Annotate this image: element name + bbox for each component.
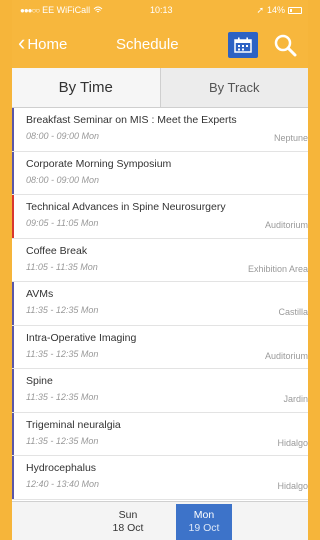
session-time: 11:35 - 12:35 Mon [26,392,99,402]
carrier-label: EE WiFiCall [42,5,91,15]
date-selector: Sun 18 Oct Mon 19 Oct [12,501,308,540]
view-segmented-control: By Time By Track [12,68,308,108]
session-list: Breakfast Seminar on MIS : Meet the Expe… [12,108,308,501]
search-icon [274,34,297,57]
session-time: 08:00 - 09:00 Mon [26,174,100,185]
day-name: Mon [193,509,215,522]
phone-screen: ●●●○○ EE WiFiCall 10:13 ➚ 14% ‹ Home Sch… [12,0,308,540]
tab-by-track[interactable]: By Track [160,68,308,107]
track-color-bar [12,456,14,499]
session-title: Technical Advances in Spine Neurosurgery [26,201,226,213]
session-title: Trigeminal neuralgia [26,418,121,431]
session-title: Intra-Operative Imaging [26,331,137,344]
session-location: Jardin [283,394,308,404]
session-row[interactable]: Breakfast Seminar on MIS : Meet the Expe… [12,108,308,152]
session-time: 08:00 - 09:00 Mon [26,131,100,141]
session-row[interactable]: Intra-Operative Imaging 11:35 - 12:35 Mo… [12,325,308,369]
search-button[interactable] [270,30,300,60]
track-color-bar [12,325,14,368]
day-tab-sun[interactable]: Sun 18 Oct [100,504,156,540]
wifi-icon [93,6,103,13]
calendar-icon [234,37,252,53]
track-color-bar [12,369,14,412]
session-time: 11:35 - 12:35 Mon [26,435,99,446]
day-date: 19 Oct [188,522,220,534]
battery-icon [288,6,302,14]
track-color-bar [12,151,14,194]
session-title: Coffee Break [26,244,88,257]
session-title: Hydrocephalus [26,462,97,474]
track-color-bar [12,412,14,455]
session-location: Exhibition Area [247,263,308,274]
session-title: AVMs [26,288,54,300]
calendar-button[interactable] [228,32,258,58]
day-name: Sun [118,509,138,522]
session-location: Neptune [273,133,308,143]
navigation-bar: ‹ Home Schedule [12,20,308,68]
tab-by-time[interactable]: By Time [12,68,161,107]
session-title: Breakfast Seminar on MIS : Meet the Expe… [26,114,237,126]
track-color-bar [12,108,14,151]
session-row[interactable]: Technical Advances in Spine Neurosurgery… [12,195,308,239]
session-location: Hidalgo [277,437,308,448]
session-row[interactable]: AVMs 11:35 - 12:35 Mon Castilla [12,282,308,326]
status-time: 10:13 [150,5,173,15]
status-bar: ●●●○○ EE WiFiCall 10:13 ➚ 14% [12,0,308,20]
session-row[interactable]: Corporate Morning Symposium 08:00 - 09:0… [12,151,308,195]
session-location: Hidalgo [277,481,308,491]
session-location: Auditorium [264,220,308,230]
location-icon: ➚ [256,4,264,15]
track-color-bar [12,195,14,238]
page-title: Schedule [116,35,179,53]
session-row[interactable]: Spine 11:35 - 12:35 Mon Jardin [12,369,308,413]
signal-icon: ●●●○○ [20,5,40,15]
session-title: Corporate Morning Symposium [26,157,172,170]
battery-percent: 14% [266,5,285,15]
back-button[interactable]: ‹ Home [18,30,68,55]
chevron-left-icon: ‹ [18,30,26,55]
day-date: 18 Oct [112,522,144,534]
session-title: Spine [26,375,53,387]
session-row[interactable]: Hydrocephalus 12:40 - 13:40 Mon Hidalgo [12,456,308,500]
session-time: 12:40 - 13:40 Mon [26,479,100,489]
session-time: 11:35 - 12:35 Mon [26,305,99,315]
day-tab-mon[interactable]: Mon 19 Oct [176,504,232,540]
session-location: Castilla [278,307,308,317]
back-label: Home [27,35,68,53]
session-row[interactable]: Trigeminal neuralgia 11:35 - 12:35 Mon H… [12,412,308,456]
session-row[interactable]: Coffee Break 11:05 - 11:35 Mon Exhibitio… [12,239,308,282]
track-color-bar [12,282,14,325]
session-location: Auditorium [264,350,308,361]
